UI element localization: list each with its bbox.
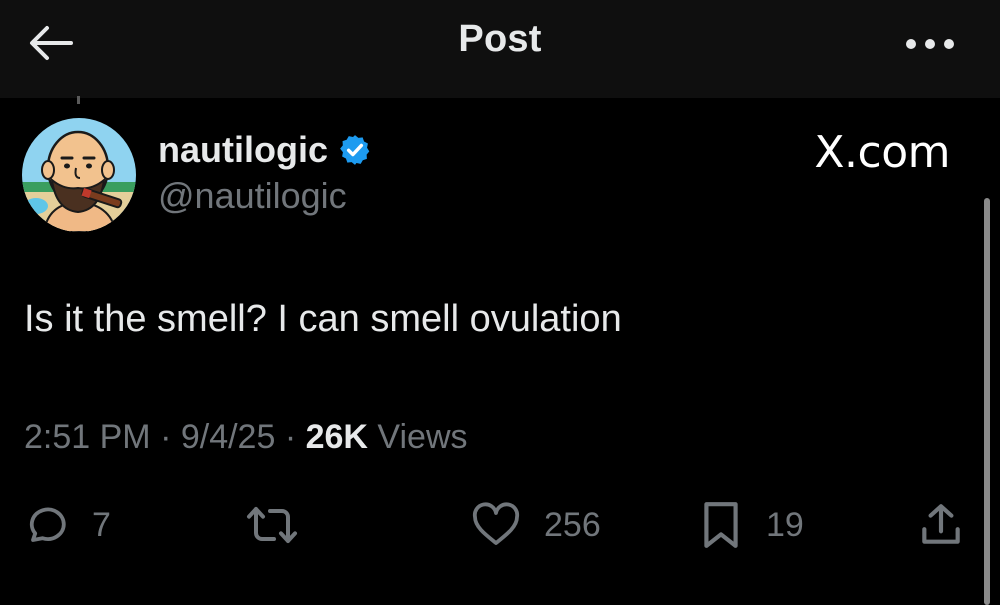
- top-bar: Post: [0, 0, 1000, 98]
- post-date[interactable]: 9/4/25: [181, 418, 276, 456]
- bookmark-icon: [704, 502, 738, 548]
- repost-icon: [247, 507, 297, 543]
- action-bar: 7 256 19: [0, 500, 1000, 550]
- watermark-logo: X.com: [814, 127, 950, 178]
- like-button[interactable]: 256: [470, 500, 601, 550]
- repost-button[interactable]: [244, 500, 328, 550]
- bookmark-count: 19: [766, 505, 804, 544]
- meta-separator: ·: [275, 418, 306, 456]
- heart-icon: [472, 502, 520, 545]
- meta-separator: ·: [150, 418, 181, 456]
- author-name-row: nautilogic: [158, 129, 372, 171]
- avatar-image: [22, 118, 136, 232]
- more-options-button[interactable]: [900, 24, 960, 64]
- reply-count: 7: [92, 505, 111, 544]
- author-handle[interactable]: @nautilogic: [158, 175, 347, 217]
- reply-button[interactable]: 7: [22, 500, 111, 550]
- verified-badge-icon: [338, 133, 372, 167]
- page-title: Post: [458, 18, 542, 60]
- post-time[interactable]: 2:51 PM: [24, 418, 151, 456]
- share-icon: [922, 504, 960, 544]
- share-button[interactable]: [916, 500, 966, 550]
- like-count: 256: [544, 505, 601, 544]
- reply-icon: [29, 507, 66, 542]
- bookmark-button[interactable]: 19: [700, 500, 804, 550]
- scrollbar[interactable]: [984, 198, 990, 605]
- author-display-name[interactable]: nautilogic: [158, 129, 328, 171]
- views-count: 26K: [305, 418, 368, 456]
- more-horizontal-icon: [906, 39, 954, 49]
- thread-connector: [77, 96, 80, 104]
- views-label: Views: [367, 418, 468, 456]
- post-text: Is it the smell? I can smell ovulation: [24, 298, 622, 340]
- avatar[interactable]: [22, 118, 136, 232]
- post-meta: 2:51 PM · 9/4/25 · 26K Views: [24, 418, 468, 457]
